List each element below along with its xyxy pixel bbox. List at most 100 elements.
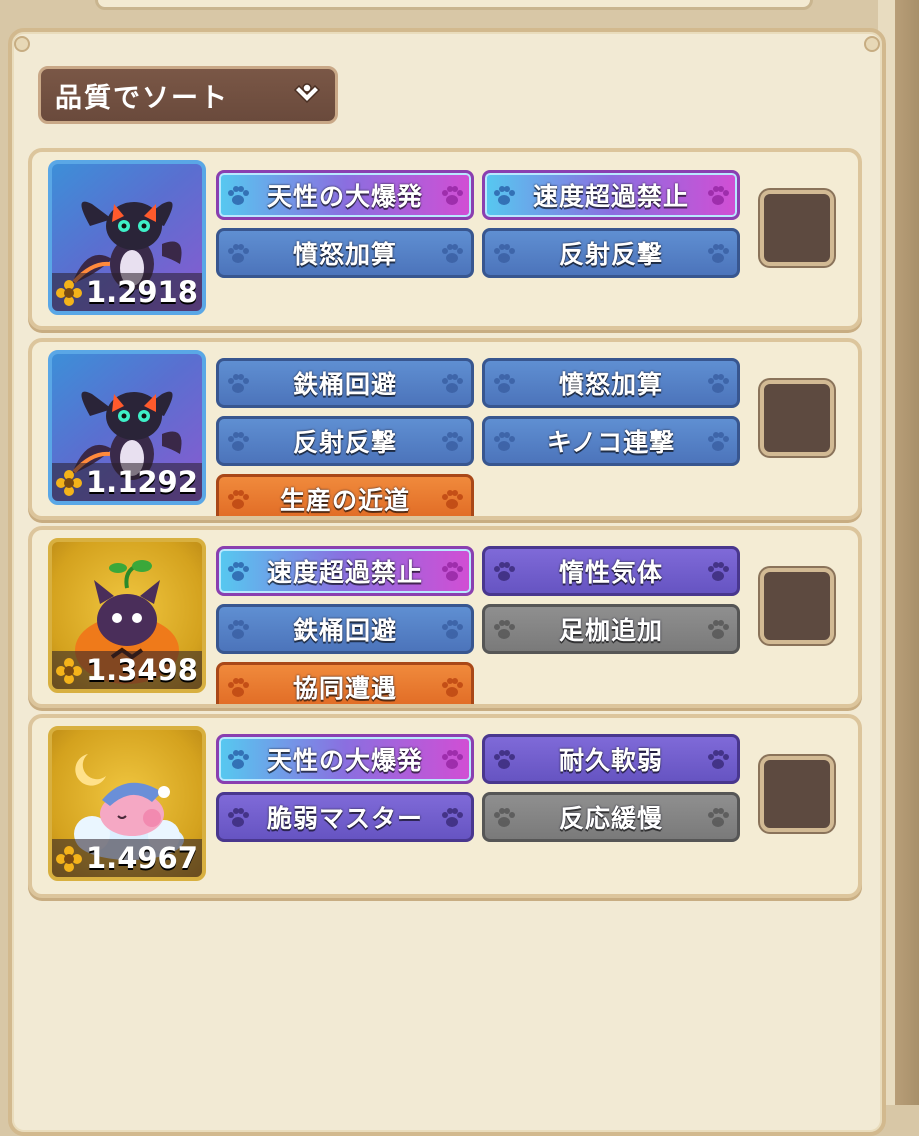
paw-icon [442,432,463,451]
trait-tag[interactable]: 反応緩慢 [482,792,740,842]
top-panel-edge [95,0,813,10]
trait-label: 速度超過禁止 [532,182,689,211]
trait-tag[interactable]: 速度超過禁止 [216,546,474,596]
trait-tag[interactable]: 足枷追加 [482,604,740,654]
trait-tag[interactable]: 脆弱マスター [216,792,474,842]
paw-icon [228,678,249,697]
trait-label: 速度超過禁止 [266,558,423,587]
paw-icon [228,244,249,263]
creature-portrait[interactable]: 1.2918 [48,160,206,315]
sort-by-quality-button[interactable]: 品質でソート [38,66,338,124]
creature-entry[interactable]: 1.4967 天性の大爆発 耐久軟弱 脆弱マスター 反応緩慢 [28,714,862,898]
paw-icon [228,490,249,509]
creature-entry[interactable]: 1.1292 鉄桶回避 憤怒加算 反射反撃 キノコ連撃 生産の近道 [28,338,862,520]
paw-icon [708,374,729,393]
creature-portrait[interactable]: 1.4967 [48,726,206,881]
creature-entry[interactable]: 1.3498 速度超過禁止 惰性気体 鉄桶回避 足枷追加 協同遭遇 [28,526,862,708]
score-value: 1.1292 [86,465,198,499]
select-checkbox[interactable] [760,380,834,456]
trait-label: 天性の大爆発 [266,746,423,775]
trait-label: 鉄桶回避 [292,616,397,645]
paw-icon [494,808,515,827]
trait-label: 反応緩慢 [558,804,663,833]
trait-label: 鉄桶回避 [292,370,397,399]
paw-icon [494,244,515,263]
trait-label: 耐久軟弱 [558,746,663,775]
trait-label: 足枷追加 [558,616,663,645]
trait-tag[interactable]: 反射反撃 [482,228,740,278]
score-value: 1.2918 [86,275,198,309]
trait-label: 脆弱マスター [266,804,423,833]
paw-icon [228,374,249,393]
trait-tag[interactable]: 惰性気体 [482,546,740,596]
paw-icon [442,562,463,581]
select-checkbox[interactable] [760,190,834,266]
trait-tag[interactable]: 憤怒加算 [216,228,474,278]
trait-tag[interactable]: 反射反撃 [216,416,474,466]
trait-tag[interactable]: 天性の大爆発 [216,170,474,220]
paw-icon [228,808,249,827]
trait-tag[interactable]: 天性の大爆発 [216,734,474,784]
paw-icon [442,186,463,205]
trait-tag[interactable]: 鉄桶回避 [216,358,474,408]
select-checkbox[interactable] [760,756,834,832]
creature-portrait[interactable]: 1.1292 [48,350,206,505]
trait-tag[interactable]: 協同遭遇 [216,662,474,704]
paw-icon [442,490,463,509]
paw-icon [708,808,729,827]
paw-icon [228,186,249,205]
quality-score: 1.4967 [52,839,202,877]
paw-icon [442,808,463,827]
paw-icon [442,620,463,639]
trait-label: 生産の近道 [279,486,410,515]
select-checkbox[interactable] [760,568,834,644]
scroll-frame [895,0,919,1105]
chevron-down-icon [293,83,321,104]
corner-rivet [864,36,880,52]
paw-icon [494,750,515,769]
trait-label: 天性の大爆発 [266,182,423,211]
trait-tag[interactable]: 憤怒加算 [482,358,740,408]
paw-icon [708,186,729,205]
paw-icon [442,374,463,393]
creature-entry[interactable]: 1.2918 天性の大爆発 速度超過禁止 憤怒加算 反射反撃 [28,148,862,330]
quality-score: 1.3498 [52,651,202,689]
trait-tag[interactable]: 鉄桶回避 [216,604,474,654]
trait-label: 反射反撃 [558,240,663,269]
trait-label: 惰性気体 [558,558,663,587]
corner-rivet [14,36,30,52]
trait-tag[interactable]: 耐久軟弱 [482,734,740,784]
score-value: 1.3498 [86,653,198,687]
paw-icon [442,678,463,697]
trait-tag[interactable]: キノコ連撃 [482,416,740,466]
trait-label: 憤怒加算 [558,370,663,399]
sunflower-icon [56,280,82,306]
paw-icon [494,432,515,451]
paw-icon [708,432,729,451]
paw-icon [228,432,249,451]
sunflower-icon [56,658,82,684]
paw-icon [228,620,249,639]
sunflower-icon [56,470,82,496]
paw-icon [494,374,515,393]
quality-score: 1.2918 [52,273,202,311]
paw-icon [708,750,729,769]
score-value: 1.4967 [86,841,198,875]
creature-portrait[interactable]: 1.3498 [48,538,206,693]
trait-tag[interactable]: 速度超過禁止 [482,170,740,220]
paw-icon [494,562,515,581]
sunflower-icon [56,846,82,872]
trait-tag[interactable]: 生産の近道 [216,474,474,516]
trait-label: 協同遭遇 [292,674,397,703]
paw-icon [708,620,729,639]
paw-icon [228,750,249,769]
paw-icon [228,562,249,581]
trait-label: 憤怒加算 [292,240,397,269]
sort-label: 品質でソート [55,82,229,114]
paw-icon [708,562,729,581]
paw-icon [494,620,515,639]
paw-icon [442,244,463,263]
quality-score: 1.1292 [52,463,202,501]
paw-icon [494,186,515,205]
paw-icon [708,244,729,263]
